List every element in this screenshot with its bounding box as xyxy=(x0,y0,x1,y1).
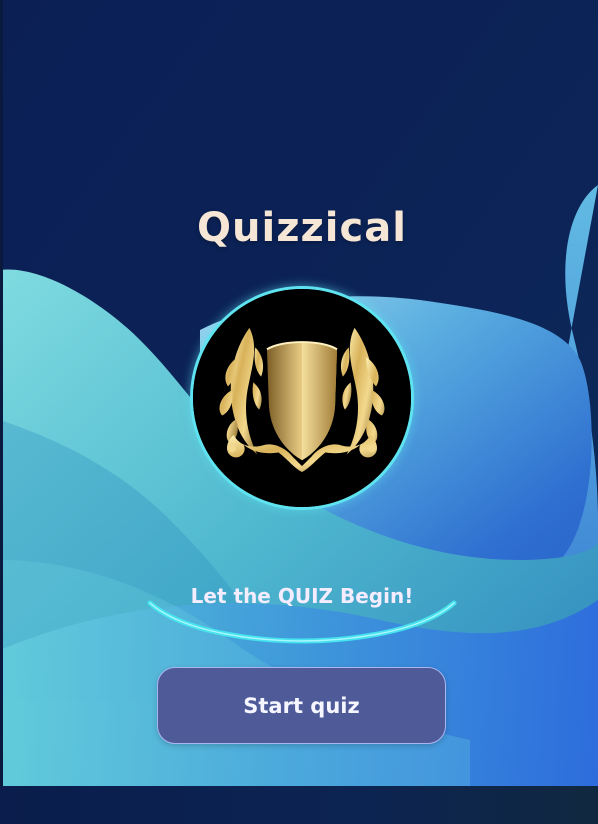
left-edge xyxy=(0,0,3,824)
quiz-start-screen: Quizzical Let the QUIZ Begin! Start quiz xyxy=(0,0,598,824)
bottom-bar xyxy=(0,786,598,824)
tagline-arc xyxy=(147,600,457,644)
emblem-badge xyxy=(190,286,414,510)
start-quiz-button[interactable]: Start quiz xyxy=(157,667,446,744)
app-title: Quizzical xyxy=(197,205,407,251)
gold-shield-crest-icon xyxy=(193,289,411,507)
